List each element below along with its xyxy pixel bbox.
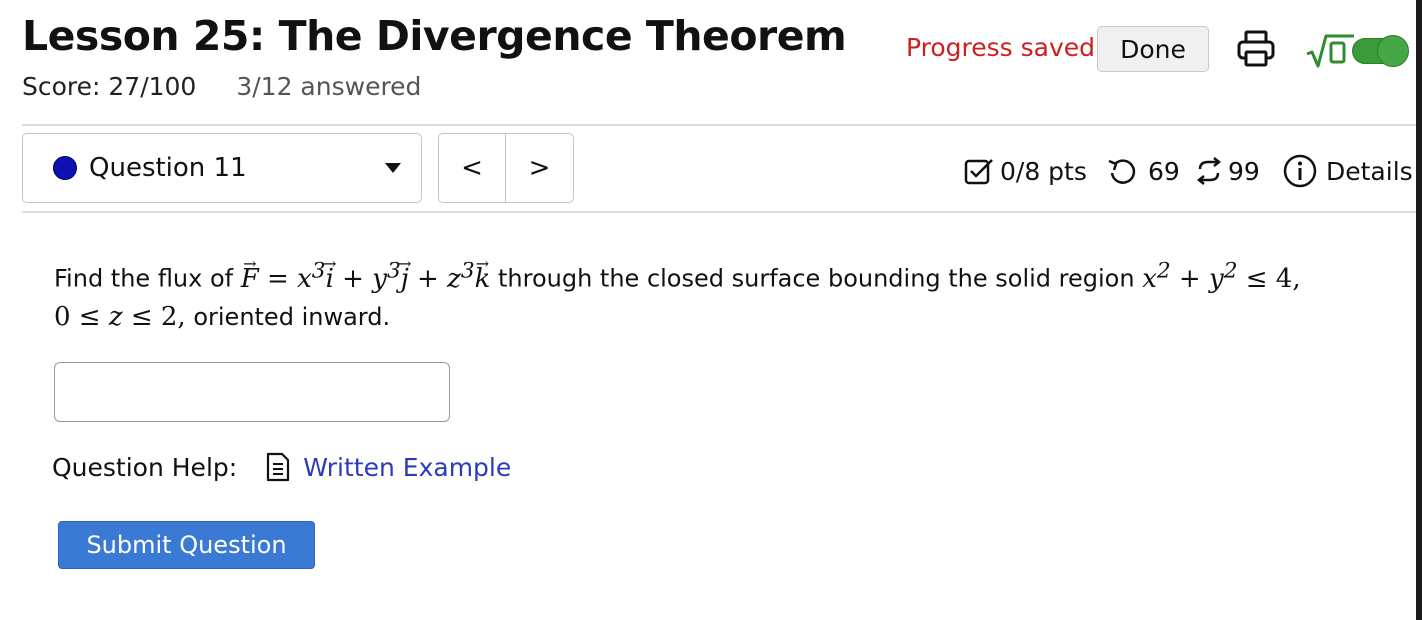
- question-nav-group: < >: [438, 133, 574, 203]
- header-divider: [22, 124, 1416, 126]
- page-title: Lesson 25: The Divergence Theorem: [22, 12, 847, 60]
- attempts-text: 69: [1148, 156, 1180, 186]
- checkbox-icon: [964, 159, 993, 185]
- z-bounds-formula: 0 ≤ z ≤ 2,: [54, 301, 186, 332]
- question-help: Question Help: Written Example: [52, 452, 511, 482]
- math-entry-toggle[interactable]: [1352, 35, 1409, 67]
- answered-count: 3/12 answered: [236, 72, 422, 101]
- question-line-1: Find the flux of F = x3i + y3j + z3k thr…: [54, 252, 1301, 298]
- document-icon: [267, 452, 290, 482]
- question-line-2: 0 ≤ z ≤ 2, oriented inward.: [54, 298, 1301, 336]
- question-middle: through the closed surface bounding the …: [498, 264, 1135, 293]
- submit-question-button[interactable]: Submit Question: [58, 521, 315, 569]
- question-text: Find the flux of F = x3i + y3j + z3k thr…: [54, 252, 1301, 336]
- question-select-label: Question 11: [89, 153, 247, 183]
- answer-input[interactable]: [54, 362, 450, 422]
- info-icon: [1283, 154, 1317, 188]
- details-button[interactable]: Details: [1282, 150, 1413, 192]
- question-end: oriented inward.: [193, 302, 391, 331]
- previous-question-button[interactable]: <: [439, 134, 506, 202]
- region-formula: x2 + y2 ≤ 4,: [1142, 258, 1301, 294]
- points-text: 0/8 pts: [1000, 156, 1087, 186]
- math-entry-icon[interactable]: [1304, 30, 1356, 70]
- question-prefix: Find the flux of: [54, 264, 234, 293]
- points-stat: 0/8 pts: [964, 150, 1087, 192]
- details-label: Details: [1326, 156, 1413, 186]
- toggle-knob: [1377, 35, 1409, 67]
- question-status-dot: [53, 156, 77, 180]
- question-divider: [22, 211, 1416, 213]
- vector-field-formula: F = x3i + y3j + z3k: [241, 258, 491, 294]
- progress-status: Progress saved: [906, 33, 1096, 62]
- caret-down-icon: [385, 163, 401, 173]
- score-row: Score: 27/100 3/12 answered: [22, 72, 421, 101]
- question-select[interactable]: Question 11: [22, 133, 422, 203]
- question-help-label: Question Help:: [52, 452, 238, 482]
- versions-stat: 99: [1194, 150, 1260, 192]
- window-edge: [1416, 0, 1422, 620]
- print-icon[interactable]: [1234, 27, 1278, 71]
- score-text: Score: 27/100: [22, 72, 197, 101]
- attempts-stat: 69: [1106, 150, 1180, 192]
- refresh-icon: [1196, 157, 1222, 185]
- written-example-link[interactable]: Written Example: [303, 453, 511, 482]
- retry-icon: [1108, 159, 1136, 184]
- next-question-button[interactable]: >: [506, 134, 573, 202]
- done-button[interactable]: Done: [1097, 26, 1209, 72]
- versions-text: 99: [1228, 156, 1260, 186]
